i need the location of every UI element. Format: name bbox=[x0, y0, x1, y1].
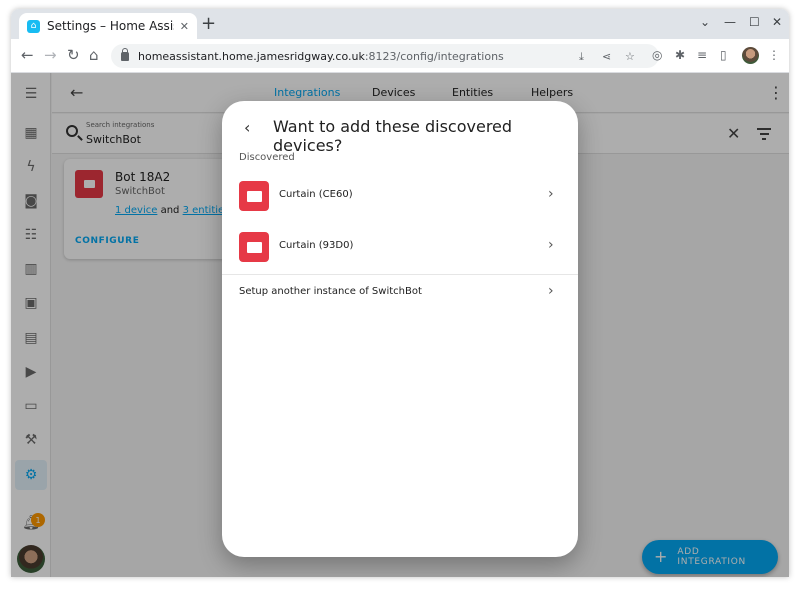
share-icon[interactable]: ⋖ bbox=[602, 50, 611, 63]
new-tab-icon[interactable]: + bbox=[201, 15, 216, 33]
dialog-back-icon[interactable]: ‹ bbox=[244, 118, 250, 137]
tab-search-icon[interactable]: ⌄ bbox=[700, 15, 710, 29]
browser-window: ⌂ Settings – Home Assistant ✕ + ⌄ — ☐ ✕ … bbox=[11, 9, 789, 577]
extension-g-icon[interactable]: ◎ bbox=[652, 48, 662, 62]
home-assistant-favicon-icon: ⌂ bbox=[27, 19, 40, 33]
discovered-devices-dialog: ‹ Want to add these discovered devices? … bbox=[222, 101, 578, 557]
side-panel-icon[interactable]: ▯ bbox=[720, 48, 727, 62]
browser-menu-icon[interactable]: ⋮ bbox=[768, 48, 780, 62]
tab-title: Settings – Home Assistant bbox=[47, 19, 174, 33]
url-host: homeassistant.home.jamesridgway.co.uk bbox=[138, 49, 365, 63]
chevron-right-icon: › bbox=[548, 283, 554, 299]
maximize-window-icon[interactable]: ☐ bbox=[749, 15, 760, 29]
reload-icon[interactable]: ↻ bbox=[67, 47, 80, 63]
home-assistant-app: ☰ ▦ ϟ ◙ ☷ ▥ ▣ ▤ ▶ ▭ ⚒ ⚙ 🔔︎ 1 ← Integrati… bbox=[11, 73, 789, 577]
address-bar[interactable]: homeassistant.home.jamesridgway.co.uk:81… bbox=[111, 44, 659, 68]
minimize-window-icon[interactable]: — bbox=[724, 15, 736, 29]
profile-avatar[interactable] bbox=[742, 47, 759, 64]
dialog-title: Want to add these discovered devices? bbox=[273, 117, 513, 155]
setup-another-label: Setup another instance of SwitchBot bbox=[239, 286, 422, 297]
browser-tab[interactable]: ⌂ Settings – Home Assistant ✕ bbox=[19, 13, 197, 39]
setup-another-instance-row[interactable]: Setup another instance of SwitchBot › bbox=[222, 281, 578, 305]
tab-strip: ⌂ Settings – Home Assistant ✕ + ⌄ — ☐ ✕ bbox=[11, 9, 789, 39]
browser-toolbar: ← → ↻ ⌂ homeassistant.home.jamesridgway.… bbox=[11, 39, 789, 73]
switchbot-logo-icon bbox=[239, 232, 269, 262]
device-label: Curtain (93D0) bbox=[279, 240, 354, 251]
url-path: :8123/config/integrations bbox=[364, 49, 504, 63]
discovered-section-label: Discovered bbox=[239, 152, 295, 163]
install-app-icon[interactable]: ⤓ bbox=[579, 50, 584, 64]
forward-icon[interactable]: → bbox=[44, 47, 57, 63]
tab-close-icon[interactable]: ✕ bbox=[180, 20, 189, 33]
dialog-divider bbox=[222, 274, 578, 275]
discovered-device-row[interactable]: Curtain (CE60) › bbox=[222, 174, 578, 218]
chevron-right-icon: › bbox=[548, 237, 554, 253]
discovered-device-row[interactable]: Curtain (93D0) › bbox=[222, 225, 578, 269]
extensions-puzzle-icon[interactable]: ✱ bbox=[675, 48, 685, 62]
bookmark-star-icon[interactable]: ☆ bbox=[625, 50, 635, 63]
switchbot-logo-icon bbox=[239, 181, 269, 211]
chevron-right-icon: › bbox=[548, 186, 554, 202]
close-window-icon[interactable]: ✕ bbox=[772, 15, 782, 29]
device-label: Curtain (CE60) bbox=[279, 189, 353, 200]
media-queue-icon[interactable]: ≡ bbox=[697, 48, 707, 62]
lock-icon bbox=[121, 47, 129, 61]
back-icon[interactable]: ← bbox=[21, 47, 34, 63]
home-icon[interactable]: ⌂ bbox=[89, 47, 99, 63]
